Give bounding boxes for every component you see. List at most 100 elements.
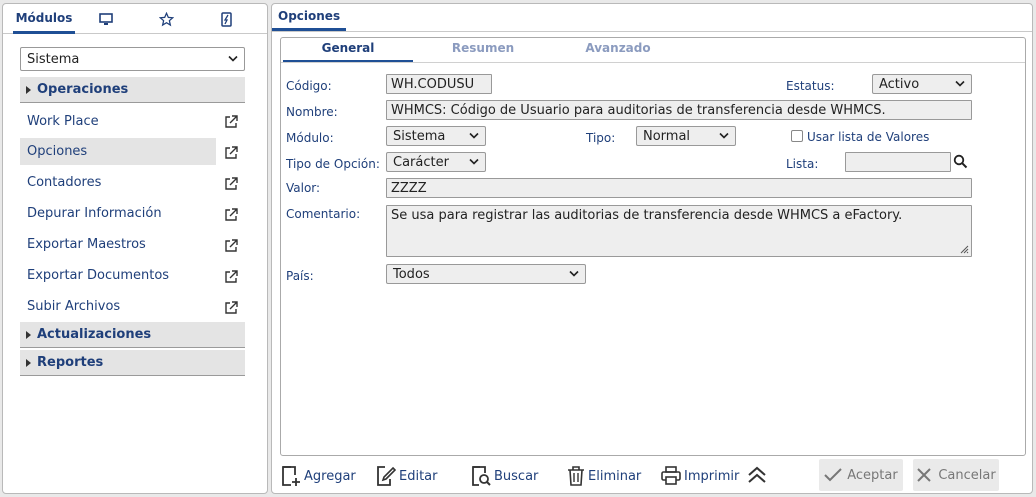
- chevron-down-icon: [569, 270, 579, 277]
- caret-right-icon: [26, 330, 31, 339]
- cancelar-label: Cancelar: [938, 467, 996, 483]
- chevron-down-icon: [469, 158, 479, 165]
- buscar-button[interactable]: Buscar: [471, 462, 538, 490]
- modulo-value: Sistema: [393, 128, 446, 144]
- form-tabs-divider: [281, 62, 1025, 63]
- pais-value: Todos: [393, 266, 430, 282]
- tab-modulos[interactable]: Módulos: [13, 4, 75, 34]
- module-select[interactable]: Sistema: [20, 47, 245, 71]
- menu-item-subir-archivos[interactable]: Subir Archivos: [20, 293, 216, 320]
- module-select-value: Sistema: [27, 51, 80, 67]
- imprimir-button[interactable]: Imprimir: [661, 462, 739, 490]
- imprimir-label: Imprimir: [684, 468, 740, 484]
- estatus-label: Estatus:: [786, 79, 835, 93]
- close-icon: [917, 468, 932, 482]
- tab-resumen-label: Resumen: [451, 41, 515, 55]
- nombre-field[interactable]: WHMCS: Código de Usuario para auditorias…: [386, 100, 972, 120]
- aceptar-label: Aceptar: [847, 467, 898, 483]
- tab-avanzado[interactable]: Avanzado: [553, 41, 683, 61]
- valor-field[interactable]: ZZZZ: [386, 178, 972, 198]
- modulo-label: Módulo:: [286, 131, 334, 145]
- menu-item-label: Subir Archivos: [27, 299, 121, 314]
- tab-avanzado-label: Avanzado: [585, 41, 651, 55]
- menu-item-work-place[interactable]: Work Place: [20, 108, 216, 135]
- menu-item-exportar-documentos[interactable]: Exportar Documentos: [20, 262, 216, 289]
- tab-resumen[interactable]: Resumen: [418, 41, 548, 61]
- search-document-icon: [472, 466, 491, 486]
- add-document-icon: [282, 466, 300, 486]
- menu-item-label: Depurar Información: [27, 206, 162, 221]
- external-link-icon[interactable]: [224, 208, 238, 222]
- tipo-opcion-label: Tipo de Opción:: [286, 157, 380, 171]
- tab-tools[interactable]: [213, 4, 239, 34]
- eliminar-button[interactable]: Eliminar: [567, 462, 641, 490]
- resize-handle-icon[interactable]: [959, 244, 969, 254]
- comentario-textarea[interactable]: Se usa para registrar las auditorias de …: [386, 205, 972, 257]
- valor-value: ZZZZ: [391, 180, 427, 196]
- modulo-select[interactable]: Sistema: [386, 126, 486, 146]
- search-icon[interactable]: [953, 154, 968, 169]
- options-form: General Resumen Avanzado Código: WH.CODU…: [280, 37, 1026, 456]
- group-reportes-label: Reportes: [37, 355, 104, 370]
- module-tabs: Módulos: [3, 4, 267, 34]
- star-icon: [158, 11, 174, 26]
- menu-item-label: Contadores: [27, 175, 102, 190]
- collapse-up-icon[interactable]: [747, 466, 767, 484]
- aceptar-button[interactable]: Aceptar: [819, 459, 903, 491]
- eliminar-label: Eliminar: [588, 468, 642, 484]
- tipo-opcion-select[interactable]: Carácter: [386, 152, 486, 172]
- menu-item-opciones[interactable]: Opciones: [20, 138, 216, 165]
- external-link-icon[interactable]: [224, 270, 238, 284]
- external-link-icon[interactable]: [224, 177, 238, 191]
- pais-select[interactable]: Todos: [386, 264, 586, 284]
- cancelar-button[interactable]: Cancelar: [913, 459, 999, 491]
- group-operaciones[interactable]: Operaciones: [20, 77, 245, 103]
- monitor-icon: [99, 12, 113, 25]
- comentario-label: Comentario:: [286, 207, 361, 221]
- tipo-select[interactable]: Normal: [636, 126, 736, 146]
- valor-label: Valor:: [286, 181, 321, 195]
- chevron-down-icon: [228, 55, 238, 62]
- external-link-icon[interactable]: [224, 146, 238, 160]
- codigo-label: Código:: [286, 79, 332, 93]
- tab-general[interactable]: General: [283, 41, 413, 63]
- external-link-icon[interactable]: [224, 239, 238, 253]
- group-actualizaciones[interactable]: Actualizaciones: [20, 322, 245, 348]
- tab-monitor[interactable]: [93, 4, 119, 34]
- tab-favorites[interactable]: [153, 4, 179, 34]
- codigo-field[interactable]: WH.CODUSU: [386, 74, 492, 94]
- tab-general-label: General: [321, 41, 375, 55]
- printer-icon: [661, 466, 681, 485]
- chevron-down-icon: [469, 132, 479, 139]
- menu-item-exportar-maestros[interactable]: Exportar Maestros: [20, 231, 216, 258]
- usar-lista-checkbox[interactable]: [791, 130, 803, 142]
- lista-field[interactable]: [845, 152, 951, 172]
- editar-label: Editar: [399, 468, 438, 484]
- panel-title: Opciones: [272, 4, 347, 31]
- estatus-value: Activo: [879, 76, 920, 92]
- tipo-label: Tipo:: [586, 131, 616, 145]
- check-icon: [824, 468, 842, 482]
- panel-title-label: Opciones: [278, 9, 341, 23]
- chevron-down-icon: [955, 80, 965, 87]
- editar-button[interactable]: Editar: [376, 462, 438, 490]
- caret-right-icon: [26, 85, 31, 94]
- menu-item-label: Opciones: [27, 144, 88, 159]
- menu-item-depurar-informacion[interactable]: Depurar Información: [20, 200, 216, 227]
- tab-modulos-label: Módulos: [15, 10, 73, 25]
- trash-icon: [568, 466, 584, 486]
- chevron-down-icon: [719, 132, 729, 139]
- menu-item-contadores[interactable]: Contadores: [20, 169, 216, 196]
- nombre-value: WHMCS: Código de Usuario para auditorias…: [391, 102, 886, 118]
- external-link-icon[interactable]: [224, 115, 238, 129]
- tipo-value: Normal: [643, 128, 691, 144]
- external-link-icon[interactable]: [224, 301, 238, 315]
- edit-icon: [377, 466, 396, 486]
- modules-panel: Módulos Sistema Operaciones Work Place O…: [2, 3, 268, 494]
- comentario-value: Se usa para registrar las auditorias de …: [391, 208, 903, 223]
- tipo-opcion-value: Carácter: [393, 154, 449, 170]
- agregar-button[interactable]: Agregar: [281, 462, 356, 490]
- caret-right-icon: [26, 358, 31, 367]
- group-reportes[interactable]: Reportes: [20, 350, 245, 376]
- estatus-select[interactable]: Activo: [872, 74, 972, 94]
